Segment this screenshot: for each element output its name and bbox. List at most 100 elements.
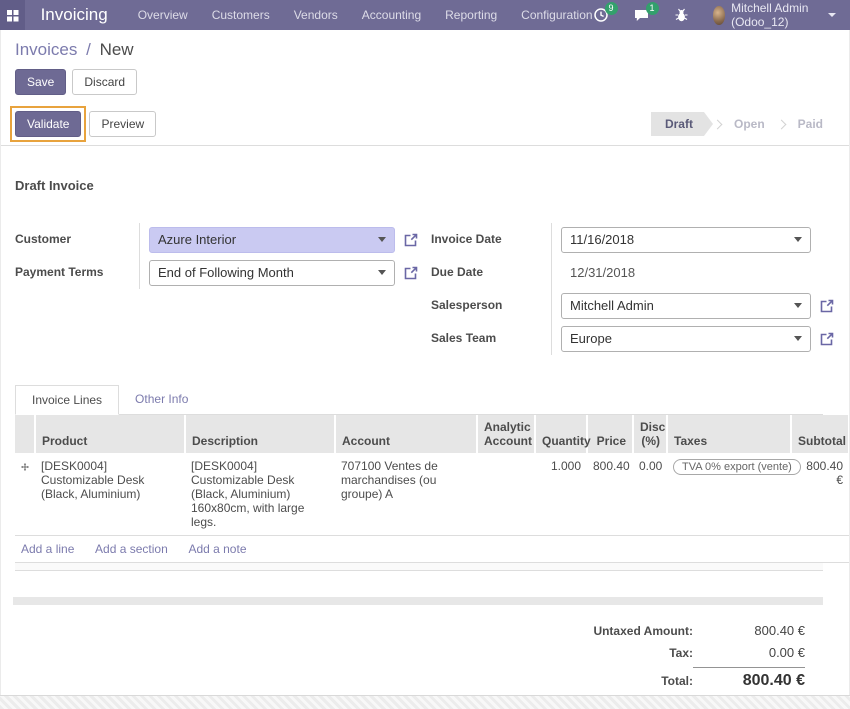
validate-highlight-box: Validate	[15, 111, 81, 137]
save-button[interactable]: Save	[15, 69, 66, 95]
menu-accounting[interactable]: Accounting	[362, 8, 421, 22]
total-value: 800.40 €	[693, 667, 805, 690]
menu-configuration[interactable]: Configuration	[521, 8, 592, 22]
cell-account[interactable]: 707100 Ventes de marchandises (ou groupe…	[335, 453, 477, 536]
table-footer-links: Add a line Add a section Add a note	[15, 536, 850, 563]
sales-team-cell: Europe	[551, 322, 835, 355]
col-product[interactable]: Product	[35, 415, 185, 453]
cell-taxes[interactable]: TVA 0% export (vente)	[667, 453, 791, 536]
total-label: Total:	[661, 674, 693, 688]
handle-column-header	[15, 415, 35, 453]
customer-select[interactable]: Azure Interior	[149, 227, 395, 253]
status-step-open[interactable]: Open	[722, 112, 777, 136]
tab-other-info[interactable]: Other Info	[119, 385, 204, 414]
add-a-section-link[interactable]: Add a section	[95, 542, 168, 556]
salesperson-label: Salesperson	[431, 289, 551, 322]
page-background-texture	[0, 695, 850, 709]
top-navbar: Invoicing Overview Customers Vendors Acc…	[0, 0, 850, 30]
due-date-label: Due Date	[431, 256, 551, 289]
cell-product[interactable]: [DESK0004] Customizable Desk (Black, Alu…	[35, 453, 185, 536]
menu-overview[interactable]: Overview	[138, 8, 188, 22]
add-a-note-link[interactable]: Add a note	[188, 542, 246, 556]
salesperson-external-link-icon[interactable]	[819, 298, 835, 314]
cell-disc[interactable]: 0.00	[633, 453, 667, 536]
debug-button[interactable]	[674, 7, 689, 23]
app-title[interactable]: Invoicing	[41, 5, 108, 25]
col-analytic-account[interactable]: Analytic Account	[477, 415, 535, 453]
statusbar-buttons: Validate Preview	[15, 111, 156, 137]
invoice-date-cell: 11/16/2018	[551, 223, 835, 256]
table-header-row: Product Description Account Analytic Acc…	[15, 415, 850, 453]
activities-badge: 9	[605, 2, 618, 15]
col-quantity[interactable]: Quantity	[535, 415, 587, 453]
breadcrumb-current: New	[100, 40, 134, 59]
statusbar: Validate Preview Draft Open Paid	[1, 103, 849, 146]
form-sheet: Draft Invoice Customer Azure Interior Pa…	[1, 178, 849, 695]
due-date-cell: 12/31/2018	[551, 256, 835, 289]
apps-grid-icon	[6, 9, 19, 22]
customer-external-link-icon[interactable]	[403, 232, 419, 248]
control-panel: Invoices / New Save Discard	[1, 30, 849, 95]
discard-button[interactable]: Discard	[72, 69, 137, 95]
invoice-date-input[interactable]: 11/16/2018	[561, 227, 811, 253]
caret-down-icon	[378, 270, 386, 275]
sales-team-select[interactable]: Europe	[561, 326, 811, 352]
sheet-title: Draft Invoice	[15, 178, 835, 193]
col-disc[interactable]: Disc (%)	[633, 415, 667, 453]
menu-reporting[interactable]: Reporting	[445, 8, 497, 22]
activities-button[interactable]: 9	[593, 7, 609, 23]
apps-menu-button[interactable]	[0, 0, 25, 30]
form-fields: Customer Azure Interior Payment Terms En…	[15, 223, 835, 355]
payment-terms-external-link-icon[interactable]	[403, 265, 419, 281]
status-steps: Draft Open Paid	[651, 112, 835, 136]
cell-analytic-account[interactable]	[477, 453, 535, 536]
caret-down-icon	[378, 237, 386, 242]
col-price[interactable]: Price	[587, 415, 633, 453]
customer-value: Azure Interior	[158, 232, 378, 247]
salesperson-select[interactable]: Mitchell Admin	[561, 293, 811, 319]
caret-down-icon	[794, 336, 802, 341]
salesperson-cell: Mitchell Admin	[551, 289, 835, 322]
add-a-line-link[interactable]: Add a line	[21, 542, 74, 556]
col-subtotal[interactable]: Subtotal	[791, 415, 849, 453]
invoice-line-row: [DESK0004] Customizable Desk (Black, Alu…	[15, 453, 850, 536]
drag-handle-icon[interactable]	[21, 459, 29, 473]
cell-price[interactable]: 800.40	[587, 453, 633, 536]
tab-invoice-lines[interactable]: Invoice Lines	[15, 385, 119, 415]
breadcrumb-invoices-link[interactable]: Invoices	[15, 40, 77, 59]
user-menu[interactable]: Mitchell Admin (Odoo_12)	[713, 1, 836, 29]
chevron-right-icon	[713, 119, 723, 129]
tax-tag[interactable]: TVA 0% export (vente)	[673, 459, 801, 475]
control-panel-buttons: Save Discard	[15, 69, 835, 95]
preview-button[interactable]: Preview	[89, 111, 156, 137]
status-step-draft[interactable]: Draft	[651, 112, 713, 136]
status-step-paid[interactable]: Paid	[786, 112, 835, 136]
section-divider-bar	[13, 597, 823, 605]
tax-label: Tax:	[669, 646, 693, 660]
caret-down-icon	[794, 237, 802, 242]
menu-vendors[interactable]: Vendors	[294, 8, 338, 22]
due-date-value: 12/31/2018	[561, 265, 635, 280]
sales-team-value: Europe	[570, 331, 794, 346]
bug-icon	[674, 7, 689, 23]
col-description[interactable]: Description	[185, 415, 335, 453]
total-row: Total: 800.40 €	[661, 667, 805, 690]
payment-terms-cell: End of Following Month	[139, 256, 419, 289]
menu-customers[interactable]: Customers	[212, 8, 270, 22]
tax-value: 0.00 €	[693, 645, 805, 660]
col-account[interactable]: Account	[335, 415, 477, 453]
validate-button[interactable]: Validate	[15, 111, 81, 137]
sales-team-external-link-icon[interactable]	[819, 331, 835, 347]
col-taxes[interactable]: Taxes	[667, 415, 791, 453]
customer-cell: Azure Interior	[139, 223, 419, 256]
form-left-column: Customer Azure Interior Payment Terms En…	[15, 223, 419, 355]
customer-label: Customer	[15, 223, 139, 256]
payment-terms-select[interactable]: End of Following Month	[149, 260, 395, 286]
salesperson-value: Mitchell Admin	[570, 298, 794, 313]
messages-button[interactable]: 1	[633, 7, 650, 23]
user-name: Mitchell Admin (Odoo_12)	[731, 1, 822, 29]
cell-quantity[interactable]: 1.000	[535, 453, 587, 536]
cell-description[interactable]: [DESK0004] Customizable Desk (Black, Alu…	[185, 453, 335, 536]
tax-row: Tax: 0.00 €	[669, 645, 805, 660]
systray: 9 1 Mitchell Admin (Odoo_12)	[593, 1, 836, 29]
